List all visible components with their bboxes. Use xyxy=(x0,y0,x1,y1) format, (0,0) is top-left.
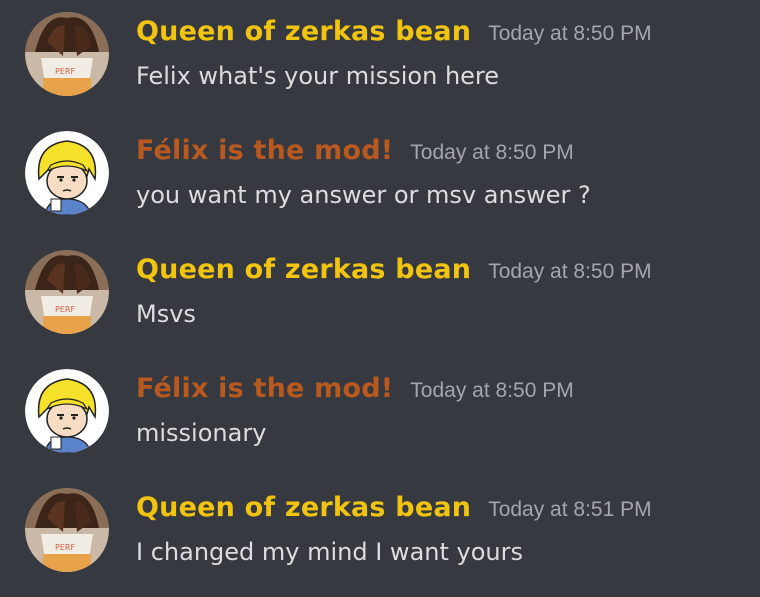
message-text: Msvs xyxy=(136,300,196,328)
cartoon-boy-avatar[interactable] xyxy=(25,369,109,453)
message-timestamp: Today at 8:50 PM xyxy=(488,260,652,283)
message-item: Félix is the mod! Today at 8:50 PM missi… xyxy=(0,357,760,476)
message-text: missionary xyxy=(136,419,267,447)
message-item: PERF Queen of zerkas bean Today at 8:50 … xyxy=(0,0,760,119)
author-name[interactable]: Queen of zerkas bean xyxy=(136,16,471,47)
svg-text:PERF: PERF xyxy=(55,67,75,76)
message-text: I changed my mind I want yours xyxy=(136,538,523,566)
message-text: Felix what's your mission here xyxy=(136,62,500,90)
message-item: PERF Queen of zerkas bean Today at 8:50 … xyxy=(0,238,760,357)
coffee-cup-avatar[interactable]: PERF xyxy=(25,250,109,334)
author-name[interactable]: Queen of zerkas bean xyxy=(136,254,471,285)
chat-view: { "colors": { "background": "#36393f", "… xyxy=(0,0,760,597)
author-name[interactable]: Félix is the mod! xyxy=(136,373,393,404)
message-timestamp: Today at 8:51 PM xyxy=(488,498,652,521)
message-timestamp: Today at 8:50 PM xyxy=(410,379,574,402)
message-text: you want my answer or msv answer ? xyxy=(136,181,591,209)
coffee-cup-avatar[interactable]: PERF xyxy=(25,488,109,572)
message-timestamp: Today at 8:50 PM xyxy=(488,22,652,45)
message-item: Félix is the mod! Today at 8:50 PM you w… xyxy=(0,119,760,238)
svg-text:PERF: PERF xyxy=(55,305,75,314)
cartoon-boy-avatar[interactable] xyxy=(25,131,109,215)
author-name[interactable]: Félix is the mod! xyxy=(136,135,393,166)
message-timestamp: Today at 8:50 PM xyxy=(410,141,574,164)
message-item: PERF Queen of zerkas bean Today at 8:51 … xyxy=(0,476,760,595)
svg-text:PERF: PERF xyxy=(55,543,75,552)
author-name[interactable]: Queen of zerkas bean xyxy=(136,492,471,523)
coffee-cup-avatar[interactable]: PERF xyxy=(25,12,109,96)
